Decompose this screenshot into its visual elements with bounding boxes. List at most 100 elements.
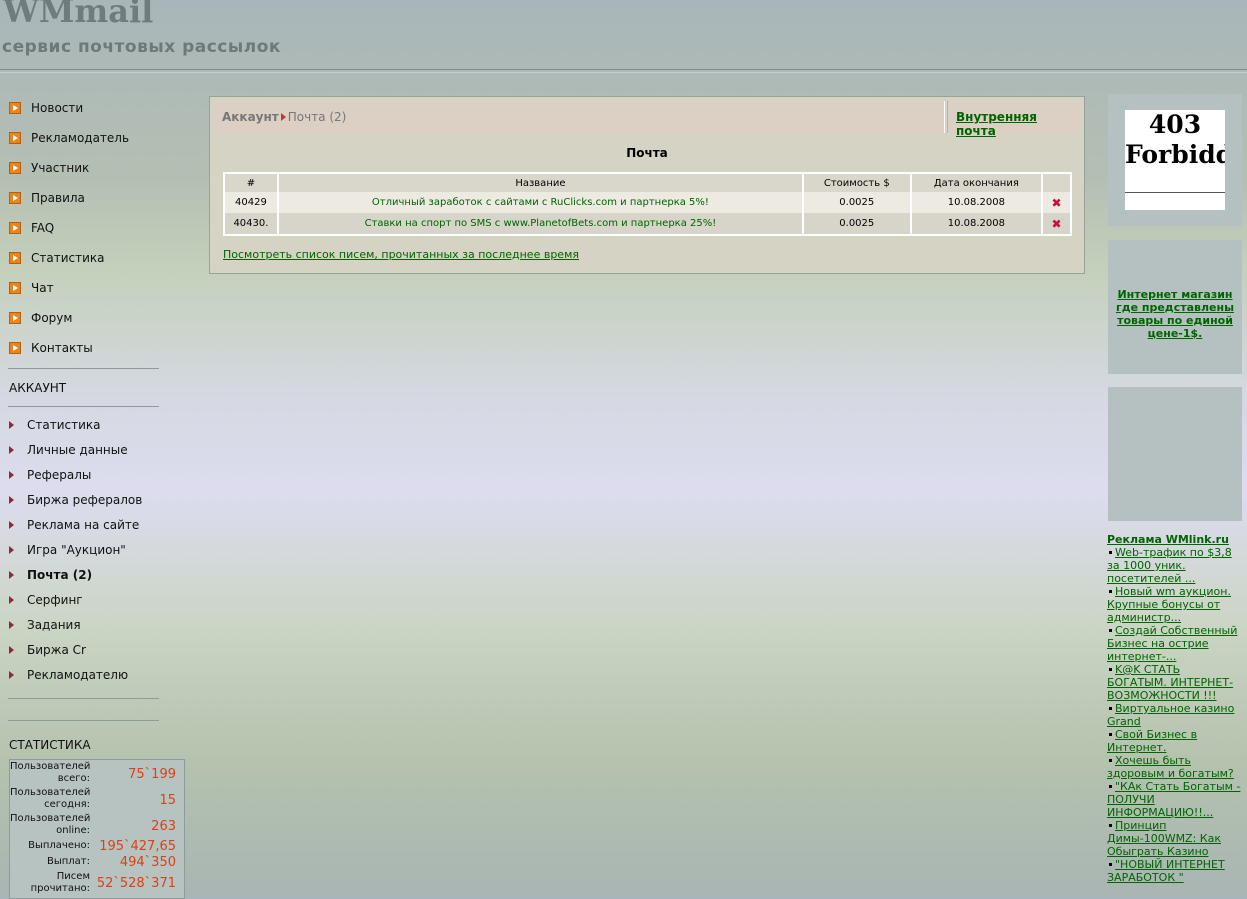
shop-ad-link[interactable]: Интернет магазин где представлены товары… bbox=[1108, 288, 1242, 340]
stat-value: 494`350 bbox=[119, 855, 176, 870]
col-header-name: Название bbox=[276, 173, 804, 192]
divider bbox=[8, 368, 159, 369]
wmlink-ad-link[interactable]: Создай Собственный Бизнес на острие инте… bbox=[1107, 624, 1237, 663]
account-item-label: Задания bbox=[27, 618, 81, 632]
list-item: Хочешь быть здоровым и богатым? bbox=[1107, 754, 1243, 780]
list-item: K@K СТАТЬ БОГАТЫМ. ИНТЕРНЕТ-ВОЗМОЖНОСТИ … bbox=[1107, 663, 1243, 702]
stats-box: Пользователей всего: 75`199 Пользователе… bbox=[9, 759, 185, 899]
account-item-cr-exchange[interactable]: Биржа Cr bbox=[9, 642, 86, 658]
nav-item-participant[interactable]: Участник bbox=[9, 160, 89, 176]
forbidden-banner[interactable]: 403 Forbidd bbox=[1125, 110, 1225, 210]
wmlink-title[interactable]: Реклама WMlink.ru bbox=[1107, 533, 1243, 546]
list-item: "НОВЫЙ ИНТЕРНЕТ ЗАРАБОТОК " bbox=[1107, 858, 1243, 884]
arrow-icon bbox=[9, 132, 21, 144]
bullet-icon bbox=[1109, 733, 1112, 736]
nav-item-label: Правила bbox=[31, 191, 85, 205]
account-item-site-ads[interactable]: Реклама на сайте bbox=[9, 517, 139, 533]
arrow-icon bbox=[9, 282, 21, 294]
wmlink-ad-link[interactable]: Виртуальное казино Grand bbox=[1107, 702, 1234, 728]
mail-name-link[interactable]: Ставки на спорт по SMS с www.PlanetofBet… bbox=[365, 218, 717, 229]
empty-ad-box bbox=[1108, 387, 1242, 521]
account-item-label: Биржа рефералов bbox=[27, 493, 143, 507]
nav-item-rules[interactable]: Правила bbox=[9, 190, 85, 206]
nav-item-label: Рекламодатель bbox=[31, 131, 130, 145]
banner-box: 403 Forbidd bbox=[1108, 94, 1242, 226]
bullet-icon bbox=[1109, 759, 1112, 762]
internal-mail-link[interactable]: Внутренняя почта bbox=[956, 110, 1080, 138]
site-logo[interactable]: WMmail bbox=[3, 0, 153, 30]
wmlink-ad-link[interactable]: Web-трафик по $3,8 за 1000 уник. посетит… bbox=[1107, 546, 1232, 585]
triangle-right-icon bbox=[9, 646, 14, 654]
list-item: "КАк Стать Богатым - ПОЛУЧИ ИНФОРМАЦИЮ!!… bbox=[1107, 780, 1243, 819]
bullet-icon bbox=[1109, 707, 1112, 710]
breadcrumb-account[interactable]: Аккаунт bbox=[222, 110, 279, 124]
triangle-right-icon bbox=[9, 546, 14, 554]
stat-value: 52`528`371 bbox=[96, 876, 176, 891]
shop-ad-box: Интернет магазин где представлены товары… bbox=[1108, 240, 1242, 374]
delete-icon[interactable]: ✖ bbox=[1052, 217, 1062, 231]
triangle-right-icon bbox=[9, 671, 14, 679]
account-item-auction-game[interactable]: Игра "Аукцион" bbox=[9, 542, 126, 558]
bullet-icon bbox=[1109, 668, 1112, 671]
stat-label: Писем прочитано: bbox=[30, 871, 90, 894]
panel-header: Аккаунт Почта (2) Внутренняя почта bbox=[214, 101, 1080, 138]
triangle-right-icon bbox=[9, 596, 14, 604]
nav-item-label: Новости bbox=[31, 101, 84, 115]
forbidden-text: Forbidd bbox=[1125, 140, 1225, 169]
nav-item-advertiser[interactable]: Рекламодатель bbox=[9, 130, 129, 146]
bullet-icon bbox=[1109, 824, 1112, 827]
bullet-icon bbox=[1109, 785, 1112, 788]
bullet-icon bbox=[1109, 590, 1112, 593]
wmlink-ad-link[interactable]: "НОВЫЙ ИНТЕРНЕТ ЗАРАБОТОК " bbox=[1107, 858, 1225, 884]
mail-name-link[interactable]: Отличный заработок с сайтами с RuClicks.… bbox=[372, 197, 709, 208]
stat-label: Пользователей всего: bbox=[10, 761, 91, 784]
nav-item-label: Чат bbox=[31, 281, 54, 295]
nav-item-forum[interactable]: Форум bbox=[9, 310, 72, 326]
stat-value: 263 bbox=[151, 819, 176, 834]
account-item-label: Реклама на сайте bbox=[27, 518, 140, 532]
wmlink-ad-link[interactable]: Принцип Димы-100WMZ: Как Обыграть Казино bbox=[1107, 819, 1221, 858]
account-item-statistics[interactable]: Статистика bbox=[9, 417, 101, 433]
bullet-icon bbox=[1109, 863, 1112, 866]
nav-item-label: FAQ bbox=[31, 221, 55, 235]
wmlink-ad-link[interactable]: Новый wm аукцион. Крупные бонусы от адми… bbox=[1107, 585, 1231, 624]
wmlink-ad-link[interactable]: Хочешь быть здоровым и богатым? bbox=[1107, 754, 1234, 780]
wmlink-ad-link[interactable]: "КАк Стать Богатым - ПОЛУЧИ ИНФОРМАЦИЮ!!… bbox=[1107, 780, 1240, 819]
account-item-referrals[interactable]: Рефералы bbox=[9, 467, 91, 483]
account-item-referral-exchange[interactable]: Биржа рефералов bbox=[9, 492, 142, 508]
nav-item-chat[interactable]: Чат bbox=[9, 280, 54, 296]
mail-name-cell: Ставки на спорт по SMS с www.PlanetofBet… bbox=[276, 213, 804, 235]
triangle-right-icon bbox=[9, 446, 14, 454]
divider bbox=[1125, 192, 1225, 193]
account-item-personal-data[interactable]: Личные данные bbox=[9, 442, 128, 458]
wmlink-ad-link[interactable]: K@K СТАТЬ БОГАТЫМ. ИНТЕРНЕТ-ВОЗМОЖНОСТИ … bbox=[1107, 663, 1233, 702]
wmlink-ad-link[interactable]: Свой Бизнес в Интернет. bbox=[1107, 728, 1197, 754]
mail-name-cell: Отличный заработок с сайтами с RuClicks.… bbox=[276, 192, 804, 213]
account-item-mail[interactable]: Почта (2) bbox=[9, 567, 92, 583]
account-section-title: АККАУНТ bbox=[9, 381, 67, 395]
recent-mail-link[interactable]: Посмотреть список писем, прочитанных за … bbox=[223, 248, 579, 261]
stat-label: Выплачено: bbox=[28, 840, 90, 851]
arrow-icon bbox=[9, 162, 21, 174]
col-header-id: # bbox=[223, 173, 279, 192]
account-item-for-advertiser[interactable]: Рекламодателю bbox=[9, 667, 128, 683]
delete-icon[interactable]: ✖ bbox=[1052, 196, 1062, 210]
nav-item-statistics[interactable]: Статистика bbox=[9, 250, 105, 266]
arrow-icon bbox=[9, 222, 21, 234]
account-item-surfing[interactable]: Серфинг bbox=[9, 592, 83, 608]
stat-value: 195`427,65 bbox=[99, 839, 176, 854]
mail-title: Почта bbox=[626, 146, 668, 160]
breadcrumb-arrow-icon bbox=[280, 113, 286, 121]
stat-label: Пользователей сегодня: bbox=[10, 787, 91, 810]
nav-item-label: Контакты bbox=[31, 341, 93, 355]
nav-item-contacts[interactable]: Контакты bbox=[9, 340, 93, 356]
account-item-label: Биржа Cr bbox=[27, 643, 86, 657]
triangle-right-icon bbox=[9, 521, 14, 529]
wmlink-ads: Реклама WMlink.ru Web-трафик по $3,8 за … bbox=[1107, 533, 1243, 884]
triangle-right-icon bbox=[9, 496, 14, 504]
nav-item-news[interactable]: Новости bbox=[9, 100, 83, 116]
account-item-tasks[interactable]: Задания bbox=[9, 617, 81, 633]
arrow-icon bbox=[9, 342, 21, 354]
list-item: Виртуальное казино Grand bbox=[1107, 702, 1243, 728]
nav-item-faq[interactable]: FAQ bbox=[9, 220, 54, 236]
